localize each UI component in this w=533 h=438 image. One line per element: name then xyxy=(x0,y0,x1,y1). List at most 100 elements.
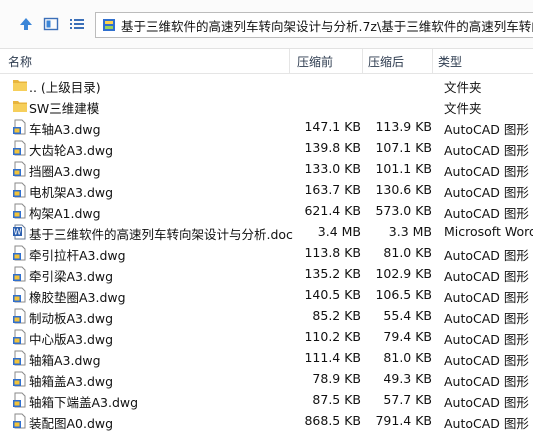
file-type: AutoCAD 图形 xyxy=(444,395,529,410)
file-name: 基于三维软件的高速列车转向架设计与分析.doc xyxy=(29,227,293,242)
file-row[interactable]: 挡圈A3.dwg 133.0 KB 101.1 KB AutoCAD 图形 xyxy=(0,158,533,179)
file-name: 牵引拉杆A3.dwg xyxy=(29,248,126,263)
dwg-file-icon xyxy=(12,287,28,303)
file-type: 文件夹 xyxy=(444,80,482,95)
file-name: 牵引梁A3.dwg xyxy=(29,269,114,284)
file-type: AutoCAD 图形 xyxy=(444,248,529,263)
file-type: AutoCAD 图形 xyxy=(444,122,529,137)
file-original-size: 3.3 MB xyxy=(388,224,432,239)
dwg-file-icon xyxy=(12,119,28,135)
file-original-size: 49.3 KB xyxy=(383,371,432,386)
file-name: 轴箱A3.dwg xyxy=(29,353,101,368)
file-name: 轴箱盖A3.dwg xyxy=(29,374,114,389)
file-original-size: 81.0 KB xyxy=(383,350,432,365)
file-name: .. (上级目录) xyxy=(29,80,101,95)
file-name: 车轴A3.dwg xyxy=(29,122,101,137)
file-row[interactable]: 制动板A3.dwg 85.2 KB 55.4 KB AutoCAD 图形 xyxy=(0,305,533,326)
file-compressed-size: 110.2 KB xyxy=(304,329,361,344)
up-arrow-icon[interactable] xyxy=(16,14,36,34)
file-original-size: 107.1 KB xyxy=(375,140,432,155)
file-row[interactable]: 电机架A3.dwg 163.7 KB 130.6 KB AutoCAD 图形 xyxy=(0,179,533,200)
file-original-size: 113.9 KB xyxy=(375,119,432,134)
file-name: 轴箱下端盖A3.dwg xyxy=(29,395,139,410)
file-row[interactable]: SW三维建模 文件夹 xyxy=(0,95,533,116)
file-type: AutoCAD 图形 xyxy=(444,332,529,347)
file-compressed-size: 139.8 KB xyxy=(304,140,361,155)
file-original-size: 791.4 KB xyxy=(375,413,432,428)
column-name[interactable]: 名称 xyxy=(8,53,32,70)
file-compressed-size: 133.0 KB xyxy=(304,161,361,176)
file-name: 中心版A3.dwg xyxy=(29,332,114,347)
file-name: 构架A1.dwg xyxy=(29,206,101,221)
dwg-file-icon xyxy=(12,266,28,282)
file-type: 文件夹 xyxy=(444,101,482,116)
file-row[interactable]: 轴箱下端盖A3.dwg 87.5 KB 57.7 KB AutoCAD 图形 xyxy=(0,389,533,410)
dwg-file-icon xyxy=(12,371,28,387)
file-original-size: 130.6 KB xyxy=(375,182,432,197)
file-name: SW三维建模 xyxy=(29,101,100,116)
file-name: 橡胶垫圈A3.dwg xyxy=(29,290,126,305)
file-row[interactable]: 轴箱盖A3.dwg 78.9 KB 49.3 KB AutoCAD 图形 xyxy=(0,368,533,389)
file-row[interactable]: 构架A1.dwg 621.4 KB 573.0 KB AutoCAD 图形 xyxy=(0,200,533,221)
folder-icon xyxy=(12,77,28,93)
file-compressed-size: 78.9 KB xyxy=(312,371,361,386)
file-type: AutoCAD 图形 xyxy=(444,143,529,158)
file-compressed-size: 3.4 MB xyxy=(317,224,361,239)
file-original-size: 57.7 KB xyxy=(383,392,432,407)
dwg-file-icon xyxy=(12,329,28,345)
file-original-size: 106.5 KB xyxy=(375,287,432,302)
file-compressed-size: 163.7 KB xyxy=(304,182,361,197)
column-compressed[interactable]: 压缩前 xyxy=(297,53,333,70)
file-original-size: 101.1 KB xyxy=(375,161,432,176)
file-compressed-size: 140.5 KB xyxy=(304,287,361,302)
file-original-size: 79.4 KB xyxy=(383,329,432,344)
column-original[interactable]: 压缩后 xyxy=(368,53,404,70)
file-original-size: 81.0 KB xyxy=(383,245,432,260)
column-header: 名称 压缩前 压缩后 类型 xyxy=(0,49,533,74)
file-row[interactable]: W 基于三维软件的高速列车转向架设计与分析.doc 3.4 MB 3.3 MB Micr… xyxy=(0,221,533,242)
toolbar: 基于三维软件的高速列车转向架设计与分析.7z\基于三维软件的高速列车转向架设计与… xyxy=(0,0,533,49)
file-compressed-size: 868.5 KB xyxy=(304,413,361,428)
dwg-file-icon xyxy=(12,203,28,219)
dwg-file-icon xyxy=(12,308,28,324)
file-compressed-size: 111.4 KB xyxy=(304,350,361,365)
file-type: AutoCAD 图形 xyxy=(444,416,529,431)
address-path: 基于三维软件的高速列车转向架设计与分析.7z\基于三维软件的高速列车转向架设计与… xyxy=(121,18,533,34)
file-type: AutoCAD 图形 xyxy=(444,185,529,200)
file-original-size: 55.4 KB xyxy=(383,308,432,323)
file-compressed-size: 621.4 KB xyxy=(304,203,361,218)
file-original-size: 573.0 KB xyxy=(375,203,432,218)
file-compressed-size: 113.8 KB xyxy=(304,245,361,260)
file-compressed-size: 147.1 KB xyxy=(304,119,361,134)
file-list: .. (上级目录) 文件夹 SW三维建模 文件夹车轴A3.dwg 147.1 KB 113… xyxy=(0,74,533,431)
file-row[interactable]: .. (上级目录) 文件夹 xyxy=(0,74,533,95)
file-row[interactable]: 大齿轮A3.dwg 139.8 KB 107.1 KB AutoCAD 图形 xyxy=(0,137,533,158)
file-row[interactable]: 牵引拉杆A3.dwg 113.8 KB 81.0 KB AutoCAD 图形 xyxy=(0,242,533,263)
column-type[interactable]: 类型 xyxy=(438,53,462,70)
file-row[interactable]: 车轴A3.dwg 147.1 KB 113.9 KB AutoCAD 图形 xyxy=(0,116,533,137)
dwg-file-icon xyxy=(12,350,28,366)
file-type: AutoCAD 图形 xyxy=(444,290,529,305)
file-name: 大齿轮A3.dwg xyxy=(29,143,114,158)
dwg-file-icon xyxy=(12,392,28,408)
doc-file-icon: W xyxy=(12,224,28,240)
file-name: 装配图A0.dwg xyxy=(29,416,114,431)
file-type: AutoCAD 图形 xyxy=(444,374,529,389)
file-row[interactable]: 中心版A3.dwg 110.2 KB 79.4 KB AutoCAD 图形 xyxy=(0,326,533,347)
file-original-size: 102.9 KB xyxy=(375,266,432,281)
view-panel-icon[interactable] xyxy=(41,14,61,34)
list-view-icon[interactable] xyxy=(67,14,87,34)
file-type: AutoCAD 图形 xyxy=(444,311,529,326)
file-name: 挡圈A3.dwg xyxy=(29,164,101,179)
file-row[interactable]: 轴箱A3.dwg 111.4 KB 81.0 KB AutoCAD 图形 xyxy=(0,347,533,368)
file-type: AutoCAD 图形 xyxy=(444,206,529,221)
file-row[interactable]: 牵引梁A3.dwg 135.2 KB 102.9 KB AutoCAD 图形 xyxy=(0,263,533,284)
folder-icon xyxy=(12,98,28,114)
file-row[interactable]: 装配图A0.dwg 868.5 KB 791.4 KB AutoCAD 图形 xyxy=(0,410,533,431)
svg-text:W: W xyxy=(14,228,22,237)
file-row[interactable]: 橡胶垫圈A3.dwg 140.5 KB 106.5 KB AutoCAD 图形 xyxy=(0,284,533,305)
dwg-file-icon xyxy=(12,182,28,198)
dwg-file-icon xyxy=(12,413,28,429)
address-bar[interactable]: 基于三维软件的高速列车转向架设计与分析.7z\基于三维软件的高速列车转向架设计与… xyxy=(95,12,533,38)
file-type: AutoCAD 图形 xyxy=(444,353,529,368)
